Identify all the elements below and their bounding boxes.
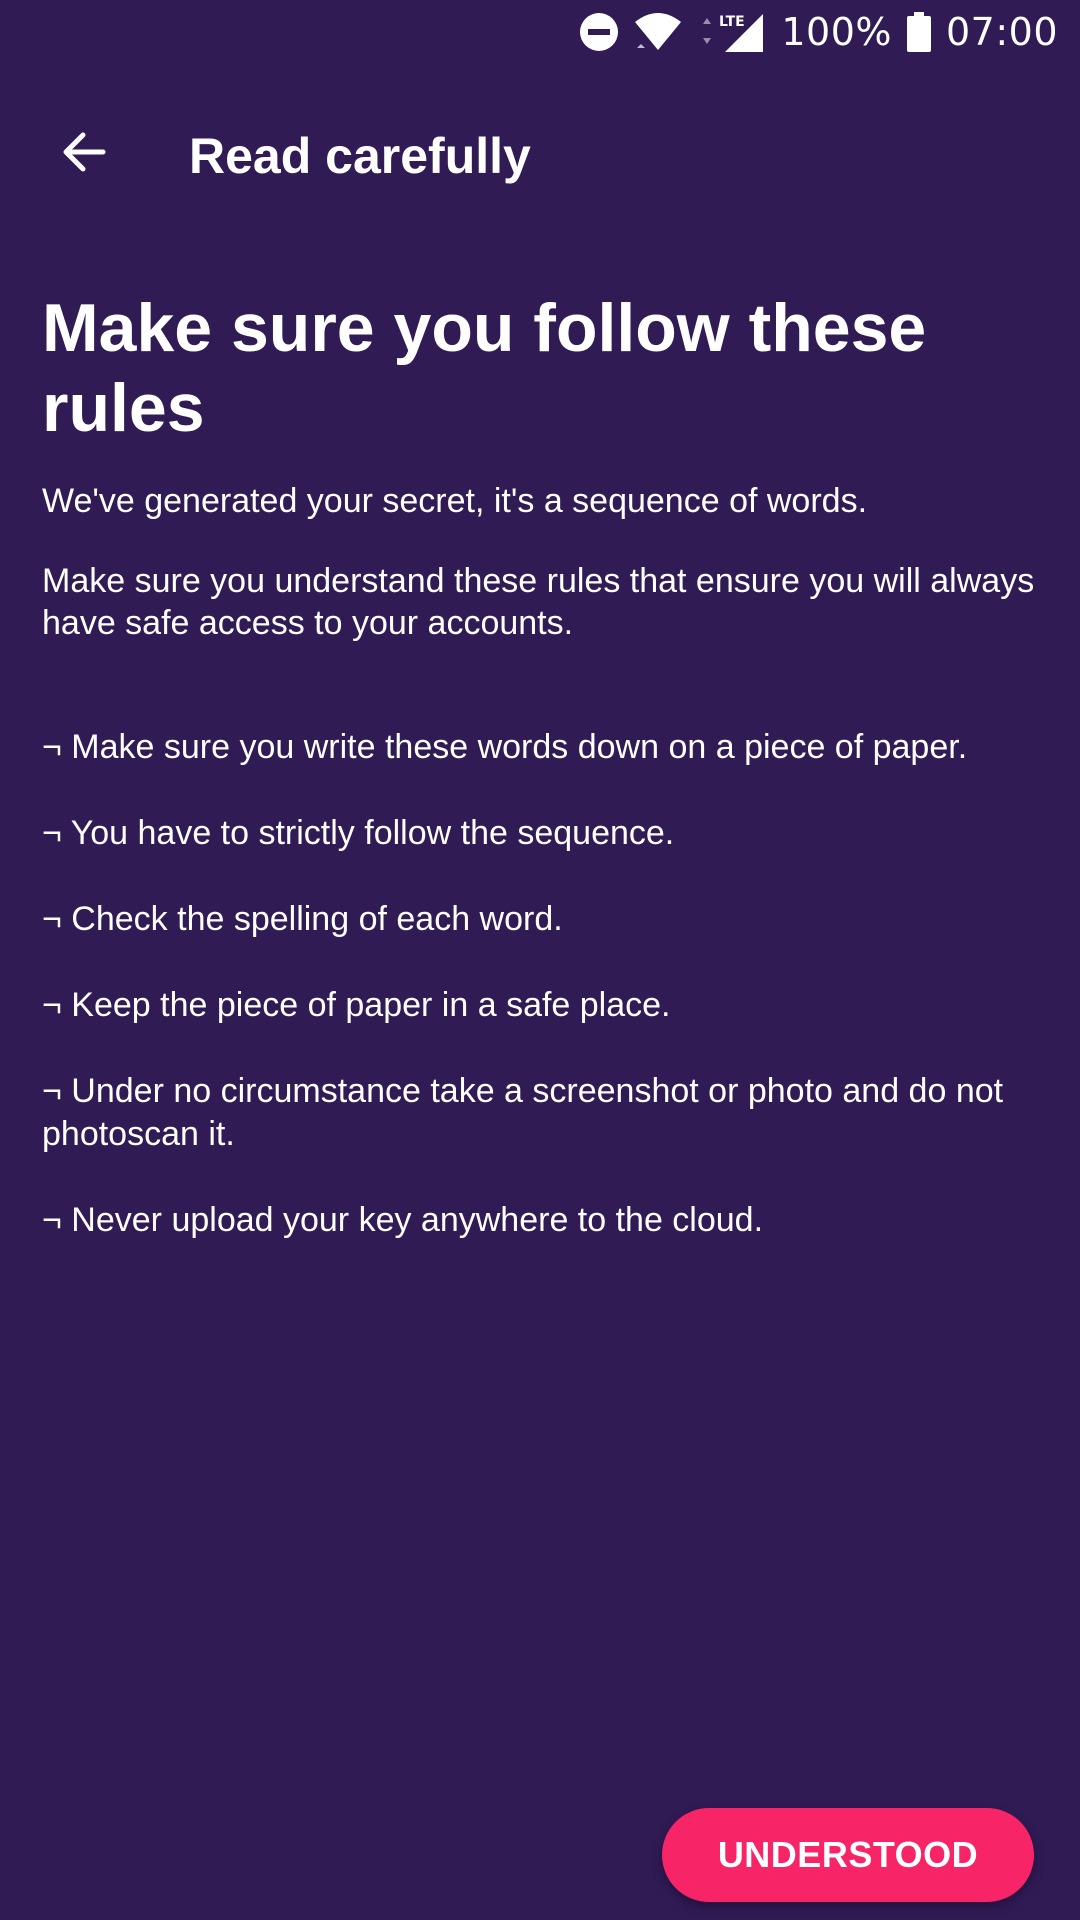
rules-list: ¬ Make sure you write these words down o… [42,726,1042,1242]
rule-item: ¬ Check the spelling of each word. [42,900,563,938]
rule-item: ¬ Make sure you write these words down o… [42,728,968,766]
battery-icon [906,12,932,52]
understood-button[interactable]: UNDERSTOOD [662,1808,1034,1902]
network-type-label: LTE [719,14,745,30]
status-icons: LTE 100% 07:00 [579,8,1058,56]
toolbar: Read carefully [0,96,1080,220]
lte-signal-icon: LTE [697,10,767,54]
intro-paragraph: We've generated your secret, it's a sequ… [42,482,868,520]
clock: 07:00 [945,10,1058,54]
arrow-back-icon [61,129,107,180]
battery-percent: 100% [781,10,892,54]
rule-item: ¬ Under no circumstance take a screensho… [42,1072,1004,1153]
do-not-disturb-icon [579,12,619,52]
headline: Make sure you follow these rules [42,290,927,446]
status-bar: LTE 100% 07:00 [0,0,1080,64]
wifi-icon [633,10,683,54]
intro-paragraph: Make sure you understand these rules tha… [42,562,1035,642]
page-title: Read carefully [189,128,531,184]
rules-content: Make sure you follow these rules We've g… [42,288,1042,1285]
back-button[interactable] [44,114,124,194]
rule-item: ¬ You have to strictly follow the sequen… [42,814,675,852]
rule-item: ¬ Keep the piece of paper in a safe plac… [42,986,671,1024]
rule-item: ¬ Never upload your key anywhere to the … [42,1201,764,1239]
